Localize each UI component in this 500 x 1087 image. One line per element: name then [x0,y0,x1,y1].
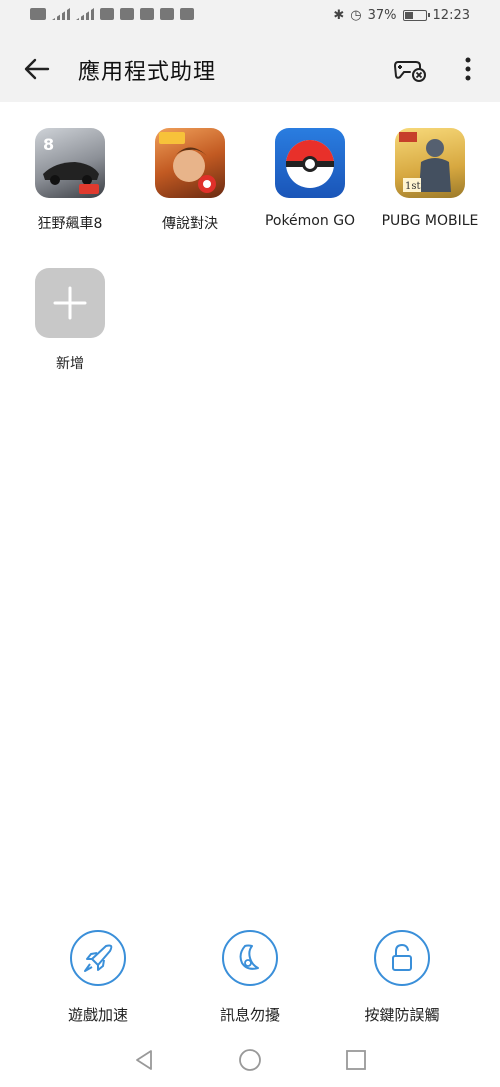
game-boost-label: 遊戲加速 [67,1006,128,1024]
home-circle-icon [239,1049,261,1071]
more-vert-icon [465,57,471,81]
game-settings-button[interactable] [393,54,428,84]
gallery-icon [160,8,174,20]
asphalt8-icon: 8 [35,128,105,198]
rocket-icon [84,944,113,972]
pokeball-icon [275,128,345,198]
app-header: 應用程式助理 [0,36,500,102]
more-button[interactable] [456,54,480,84]
clock: 12:23 [432,8,470,23]
app-label: PUBG MOBILE [381,213,479,229]
back-button[interactable] [22,54,52,84]
app-tile-pokemon-go[interactable]: Pokémon GO [250,128,370,229]
unlock-icon [392,943,412,971]
status-right: ✱ ◷ 37% 12:23 [333,8,470,23]
status-bar: ✱ ◷ 37% 12:23 [0,0,500,36]
app-tile-asphalt8[interactable]: 8 狂野飆車8 [10,128,130,233]
plus-icon [53,286,87,320]
nav-recents-button[interactable] [343,1047,369,1073]
add-app-tile[interactable]: 新增 [10,268,130,373]
game-boost-action[interactable]: 遊戲加速 [28,930,168,1025]
nav-home-button[interactable] [237,1047,263,1073]
app-tile-arena-of-valor[interactable]: 傳說對決 [130,128,250,233]
status-left-icons [30,8,194,20]
do-not-disturb-action[interactable]: 訊息勿擾 [180,930,320,1025]
arena-of-valor-icon [155,128,225,198]
nav-icon [140,8,154,20]
battery-icon [402,10,430,21]
back-arrow-icon [24,58,50,80]
svg-text:1st: 1st [405,181,421,192]
app-tile-pubg-mobile[interactable]: 1st PUBG MOBILE [370,128,490,229]
key-lock-action[interactable]: 按鍵防誤觸 [332,930,472,1025]
back-triangle-icon [136,1050,152,1070]
bluetooth-icon: ✱ [333,8,345,23]
recents-square-icon [346,1050,366,1070]
moon-icon [239,944,259,970]
volte-icon [30,8,46,20]
page-title: 應用程式助理 [78,60,217,85]
svg-text:8: 8 [43,135,54,154]
signal-4g-icon [76,8,94,20]
nav-back-button[interactable] [132,1047,158,1073]
do-not-disturb-button[interactable] [222,930,278,986]
add-app-label: 新增 [56,356,84,372]
gamepad-icon [393,61,426,82]
do-not-disturb-label: 訊息勿擾 [219,1006,280,1024]
speed-icon: ◷ [350,8,362,23]
app-label: Pokémon GO [264,213,356,229]
battery-percent: 37% [367,8,397,23]
system-nav-bar [0,1035,500,1087]
key-lock-button[interactable] [374,930,430,986]
add-app-button[interactable] [35,268,105,338]
signal-icon [52,8,70,20]
facebook-icon [180,8,194,20]
app-label: 傳說對決 [162,216,218,232]
app-label: 狂野飆車8 [37,216,103,232]
key-lock-label: 按鍵防誤觸 [364,1006,440,1024]
notification-icon [100,8,114,20]
game-boost-button[interactable] [70,930,126,986]
pubg-icon: 1st [395,128,465,198]
message-icon [120,8,134,20]
